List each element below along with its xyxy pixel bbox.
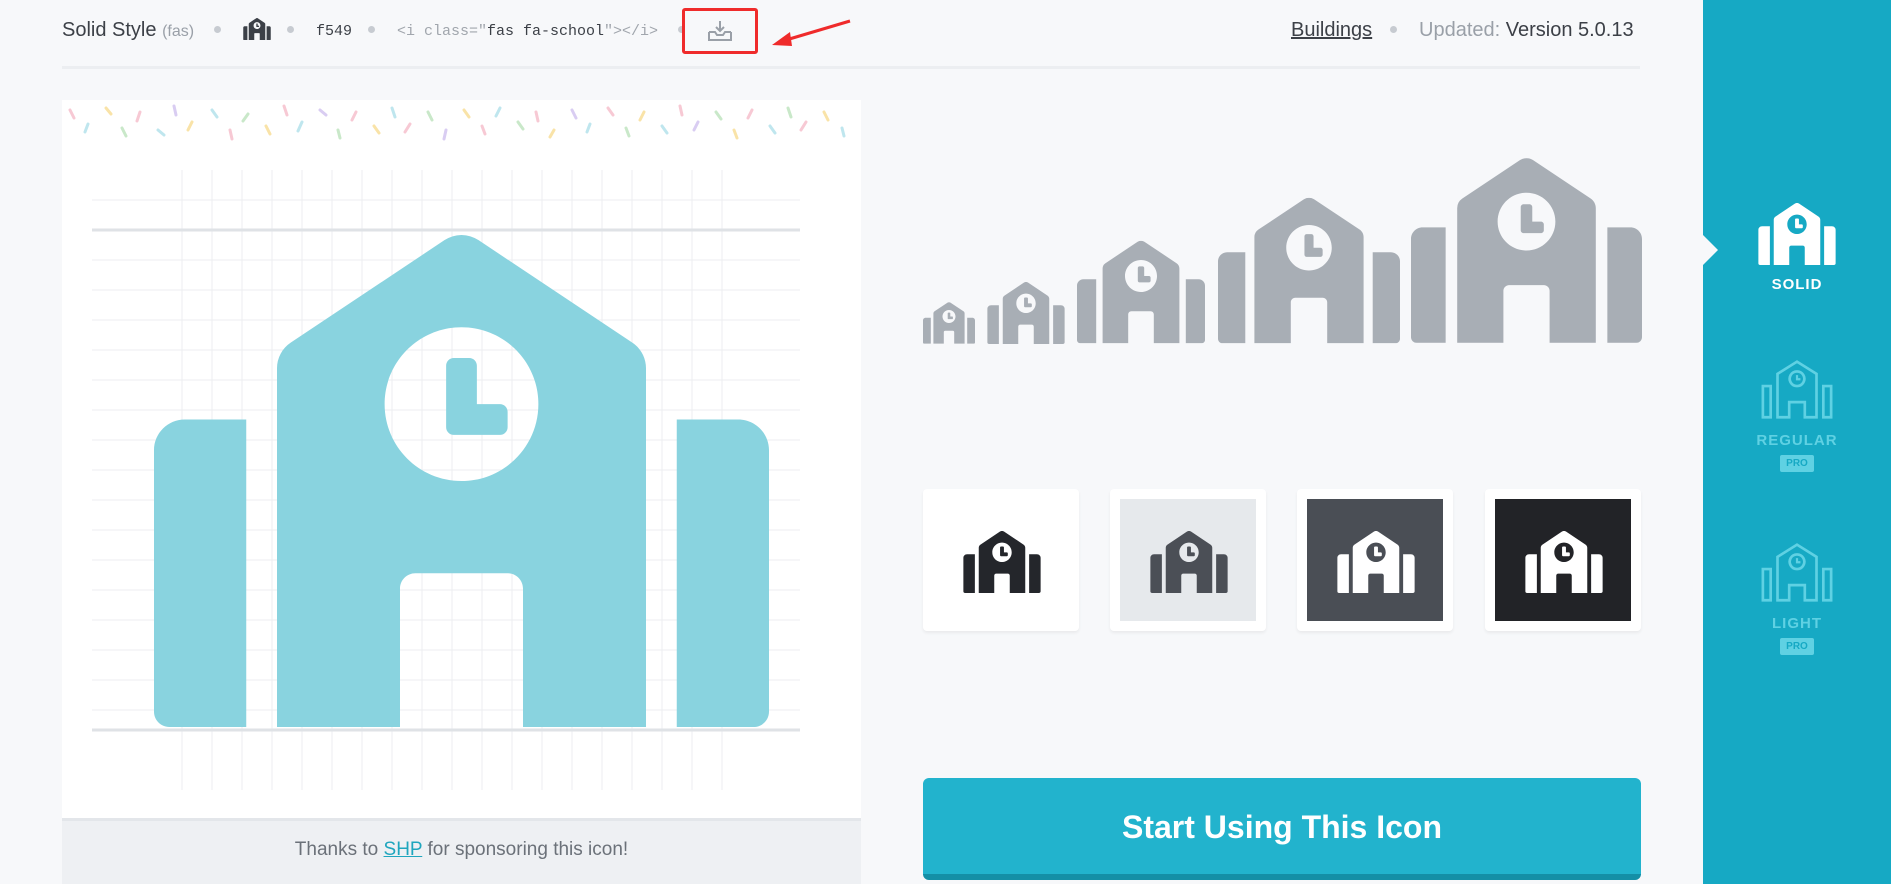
school-icon: [1077, 240, 1205, 344]
icon-meta-bar: Solid Style (fas) f549 <i class="fas fa-…: [0, 0, 1703, 64]
separator-dot: [1390, 26, 1397, 33]
download-button[interactable]: [682, 8, 758, 54]
header-divider: [62, 66, 1640, 69]
style-sidebar: SOLID REGULAR PRO LIGHT PRO: [1703, 0, 1891, 884]
separator-dot: [368, 26, 375, 33]
style-regular[interactable]: REGULAR PRO: [1703, 355, 1891, 472]
school-regular-icon: [1758, 355, 1836, 421]
separator-dot: [214, 26, 221, 33]
version-info: Updated: Version 5.0.13: [1419, 19, 1634, 41]
sponsor-note: Thanks to SHP for sponsoring this icon!: [62, 818, 861, 884]
school-icon: [1411, 157, 1642, 344]
unicode-value[interactable]: f549: [316, 23, 352, 40]
sponsor-link[interactable]: SHP: [384, 839, 423, 860]
swatch-dark-grey[interactable]: [1297, 489, 1453, 631]
pro-badge: PRO: [1780, 455, 1814, 472]
sprinkles-decoration: [68, 104, 846, 141]
start-using-button[interactable]: Start Using This Icon: [923, 778, 1641, 880]
school-icon: [154, 234, 769, 728]
school-icon: [1337, 531, 1415, 593]
school-icon: [923, 302, 975, 344]
pro-badge: PRO: [1780, 638, 1814, 655]
school-icon: [987, 282, 1065, 344]
category-link[interactable]: Buildings: [1291, 19, 1372, 42]
school-icon: [1218, 197, 1400, 344]
school-icon: [1525, 531, 1603, 593]
swatch-white[interactable]: [923, 489, 1079, 631]
style-light[interactable]: LIGHT PRO: [1703, 538, 1891, 655]
school-icon: [243, 18, 271, 40]
school-icon: [1150, 531, 1228, 593]
swatch-light-grey[interactable]: [1110, 489, 1266, 631]
swatch-black[interactable]: [1485, 489, 1641, 631]
style-name: Solid Style (fas): [62, 19, 195, 41]
school-icon: [963, 531, 1041, 593]
icon-size-previews: [923, 150, 1643, 350]
annotation-arrow: [772, 19, 851, 46]
download-icon: [708, 21, 732, 41]
school-solid-icon: [1758, 203, 1836, 265]
school-light-icon: [1758, 538, 1836, 604]
icon-preview-panel: Thanks to SHP for sponsoring this icon!: [62, 100, 861, 884]
html-snippet[interactable]: <i class="fas fa-school"></i>: [397, 23, 658, 40]
separator-dot: [287, 26, 294, 33]
style-solid[interactable]: SOLID: [1703, 203, 1891, 293]
